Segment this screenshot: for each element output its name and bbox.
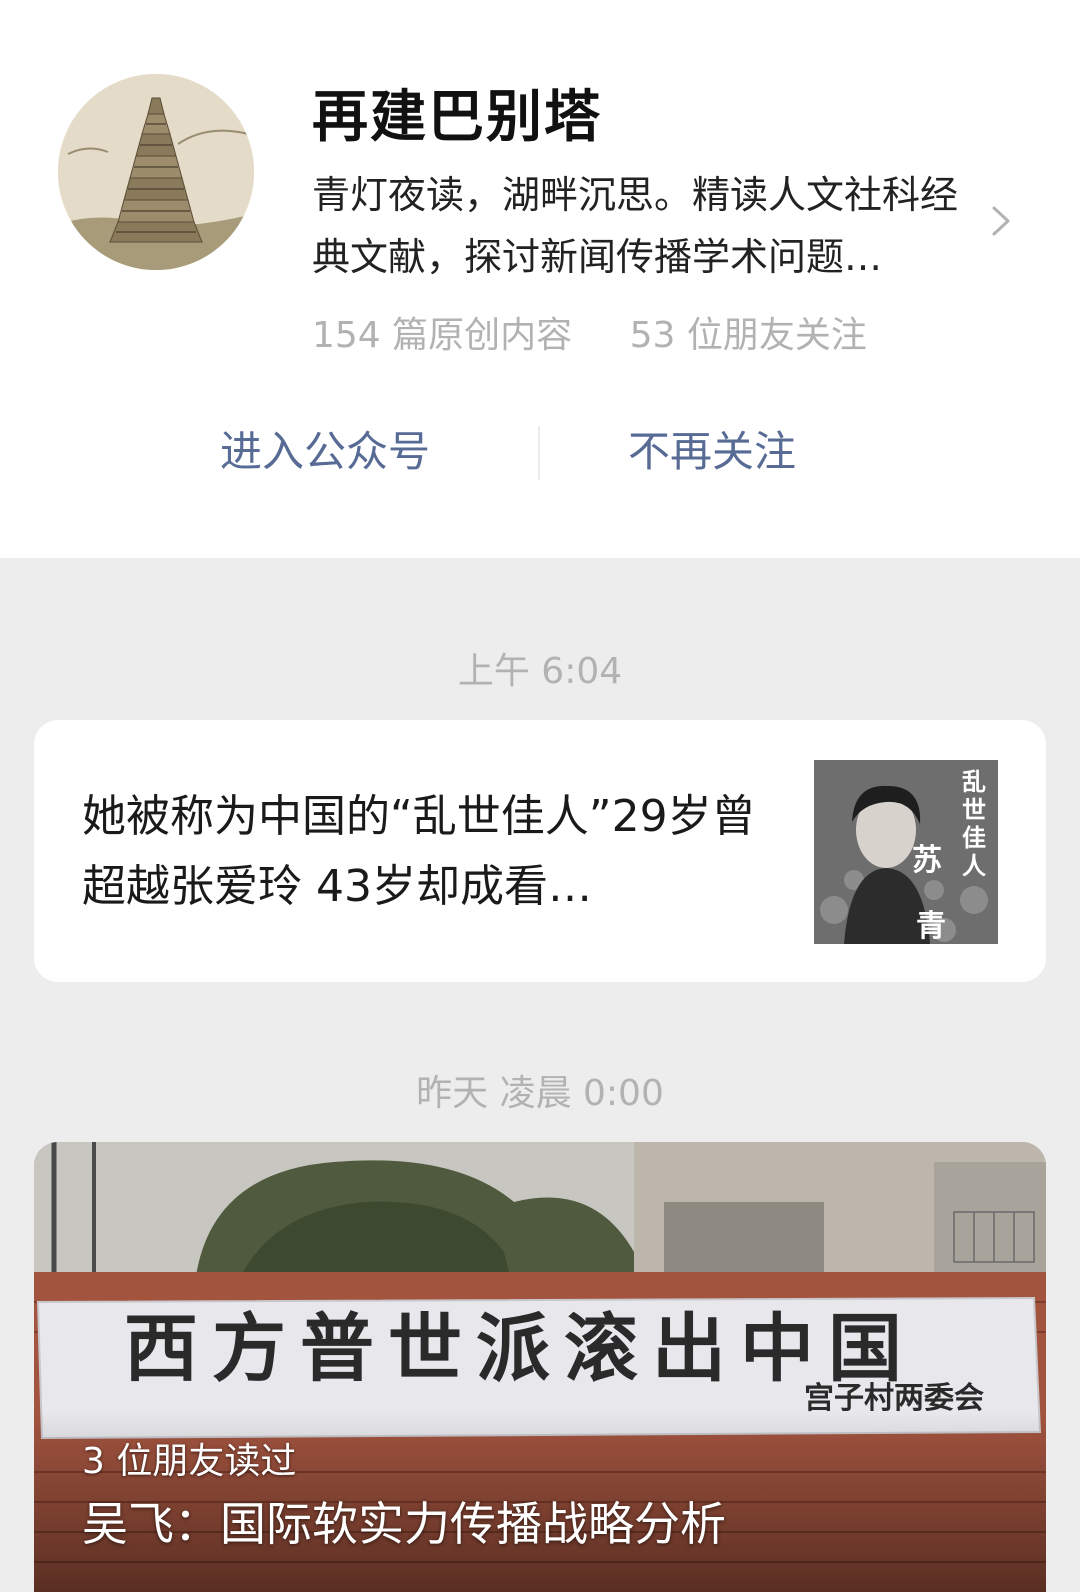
account-profile-header: 再建巴别塔 青灯夜读，湖畔沉思。精读人文社科经典文献，探讨新闻传播学术问题… 1… bbox=[0, 0, 1080, 558]
svg-text:苏: 苏 bbox=[912, 843, 942, 878]
action-divider bbox=[538, 426, 540, 480]
svg-text:乱: 乱 bbox=[962, 767, 986, 796]
article-title: 她被称为中国的“乱世佳人”29岁曾超越张爱玲 43岁却成看… bbox=[82, 791, 756, 912]
banner-text: 西方普世派滚出中国 bbox=[124, 1306, 916, 1392]
chevron-right-icon[interactable] bbox=[988, 204, 1016, 238]
article-card[interactable]: 她被称为中国的“乱世佳人”29岁曾超越张爱玲 43岁却成看… 乱 世 佳 人 苏… bbox=[34, 720, 1046, 982]
article-thumbnail: 乱 世 佳 人 苏 青 bbox=[814, 760, 998, 944]
unfollow-button[interactable]: 不再关注 bbox=[628, 420, 796, 484]
account-name: 再建巴别塔 bbox=[312, 85, 602, 150]
account-description: 青灯夜读，湖畔沉思。精读人文社科经典文献，探讨新闻传播学术问题… bbox=[312, 173, 959, 279]
article-card-large[interactable]: 西方普世派滚出中国 宫子村两委会 3 位朋友读过 吴飞：国际软实力传播战略分析 bbox=[34, 1142, 1046, 1592]
svg-text:青: 青 bbox=[916, 909, 946, 944]
svg-text:佳: 佳 bbox=[962, 823, 986, 852]
article-title: 吴飞：国际软实力传播战略分析 bbox=[82, 1497, 726, 1551]
enter-account-button[interactable]: 进入公众号 bbox=[220, 420, 430, 484]
message-timestamp: 上午 6:04 bbox=[457, 651, 623, 692]
portrait-thumbnail-image: 乱 世 佳 人 苏 青 bbox=[814, 760, 998, 944]
friends-read-count: 3 位朋友读过 bbox=[82, 1441, 297, 1482]
original-count: 154 篇原创内容 bbox=[312, 315, 573, 356]
account-actions: 进入公众号 不再关注 bbox=[0, 420, 1080, 484]
svg-text:世: 世 bbox=[962, 795, 986, 824]
svg-text:人: 人 bbox=[962, 851, 986, 880]
account-stats: 154 篇原创内容 53 位朋友关注 bbox=[312, 306, 867, 358]
banner-subtext: 宫子村两委会 bbox=[804, 1381, 984, 1416]
friends-following-count: 53 位朋友关注 bbox=[629, 315, 867, 356]
tower-of-babel-icon bbox=[58, 74, 254, 270]
account-avatar[interactable] bbox=[58, 74, 254, 270]
message-timestamp: 昨天 凌晨 0:00 bbox=[416, 1073, 664, 1114]
